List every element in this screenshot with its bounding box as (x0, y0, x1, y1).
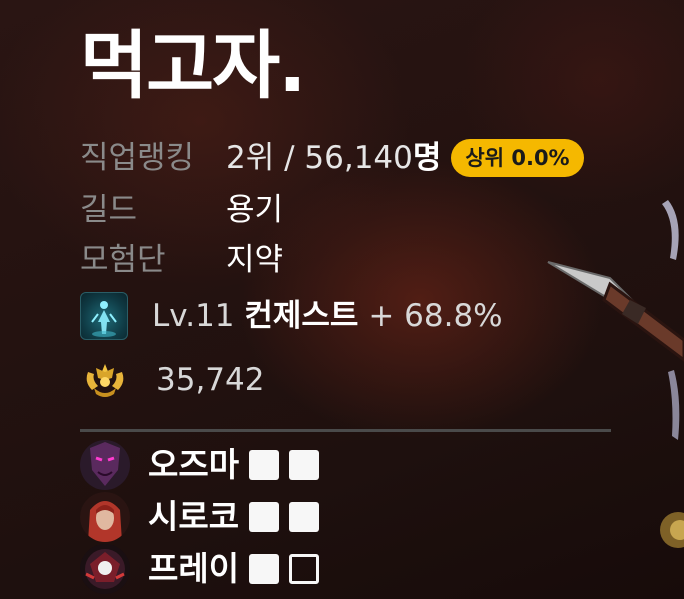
siroco-portrait-icon (80, 492, 130, 542)
rank-total: / 56,140 (274, 140, 413, 176)
guild-row: 길드 용기 (80, 190, 283, 230)
rank-position: 2위 (226, 140, 275, 176)
completion-box-filled (289, 502, 320, 532)
section-divider (80, 429, 611, 432)
adventure-level: Lv.11 (152, 298, 235, 334)
prey-portrait-icon (80, 544, 130, 594)
party-member[interactable]: 시로코 (80, 492, 320, 542)
job-ranking-value: 2위 / 56,140명 (226, 138, 441, 178)
expedition-name[interactable]: 지약 (226, 240, 283, 280)
gold-laurel-crest-icon (80, 358, 130, 402)
rank-unit: 명 (412, 140, 442, 176)
character-name: 먹고자. (80, 23, 306, 109)
power-value: 35,742 (156, 362, 265, 398)
completion-box-filled (289, 450, 320, 480)
adventurer-figure-icon (80, 292, 128, 340)
guild-name[interactable]: 용기 (226, 190, 283, 230)
background-spear-art (547, 200, 684, 548)
party-member[interactable]: 오즈마 (80, 440, 320, 490)
adventure-progress: + 68.8% (368, 298, 503, 334)
completion-box-filled (249, 450, 280, 480)
adventure-level-text: Lv.11 컨제스트 + 68.8% (152, 296, 503, 336)
completion-box-empty (289, 554, 320, 584)
rank-percentile-badge: 상위 0.0% (451, 139, 584, 177)
power-row: 35,742 (80, 358, 264, 402)
party-member-name: 시로코 (148, 497, 240, 536)
party-member[interactable]: 프레이 (80, 544, 320, 594)
ozma-portrait-icon (80, 440, 130, 490)
job-ranking-row: 직업랭킹 2위 / 56,140명 상위 0.0% (80, 138, 584, 178)
party-member-name: 프레이 (148, 549, 240, 588)
party-member-name: 오즈마 (148, 445, 240, 484)
adventure-level-row: Lv.11 컨제스트 + 68.8% (80, 292, 503, 340)
completion-box-filled (249, 554, 280, 584)
expedition-label: 모험단 (80, 242, 166, 278)
expedition-row: 모험단 지약 (80, 240, 283, 280)
completion-box-filled (249, 502, 280, 532)
job-ranking-label: 직업랭킹 (80, 140, 195, 176)
adventure-title: 컨제스트 (244, 298, 359, 334)
guild-label: 길드 (80, 192, 138, 228)
